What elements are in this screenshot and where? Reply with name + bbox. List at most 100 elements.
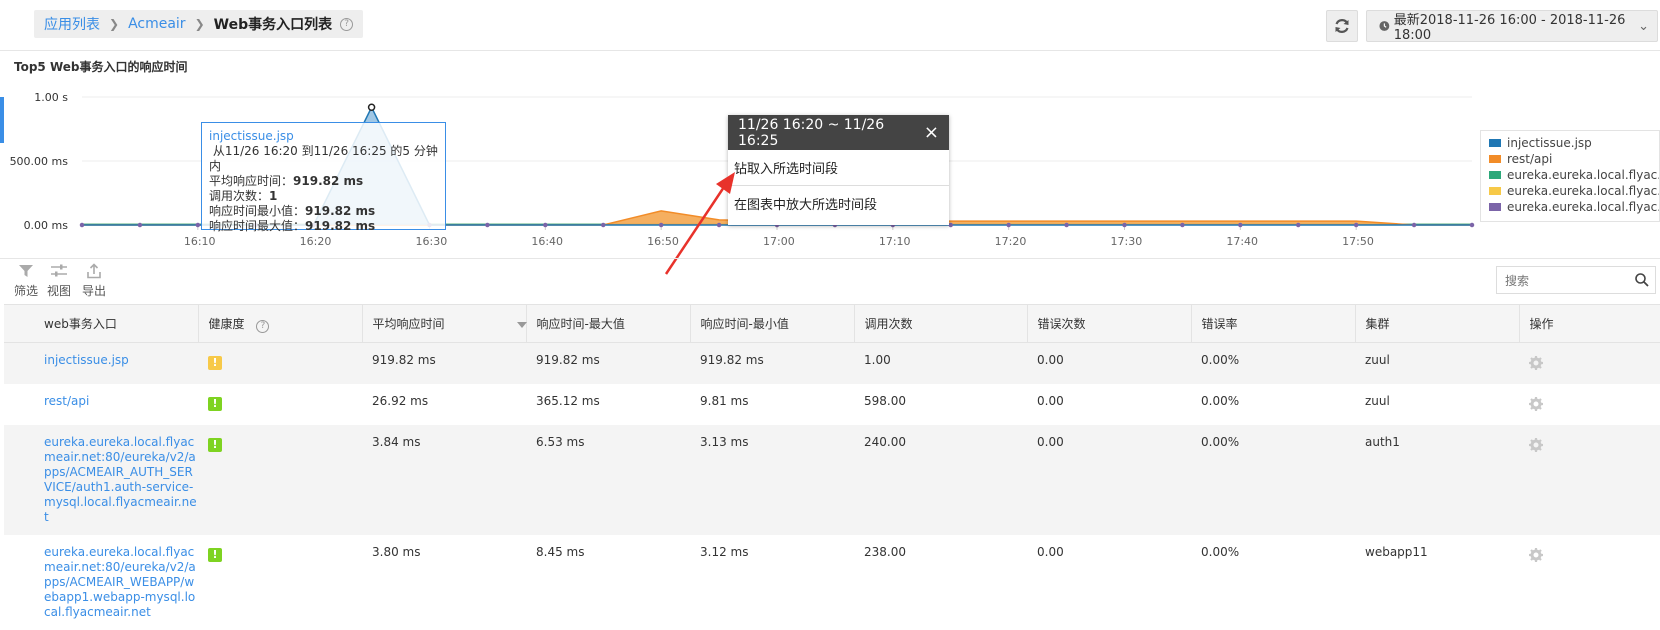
- drill-into-range-menu-item[interactable]: 钻取入所选时间段: [728, 150, 949, 185]
- search-icon[interactable]: [1635, 273, 1649, 287]
- table-row: eureka.eureka.local.flyacmeair.net:80/eu…: [4, 425, 1660, 535]
- legend-item[interactable]: eureka.eureka.local.flyac...: [1481, 167, 1659, 183]
- max-response-cell: 8.45 ms: [536, 545, 585, 559]
- help-icon[interactable]: ?: [340, 17, 354, 31]
- tooltip-max: 响应时间最大值：919.82 ms: [209, 219, 376, 233]
- filter-label: 筛选: [13, 284, 38, 298]
- sort-desc-icon[interactable]: [516, 321, 527, 328]
- close-icon[interactable]: ×: [924, 122, 939, 143]
- calls-cell: 1.00: [854, 342, 1027, 384]
- zoom-range-menu-item[interactable]: 在图表中放大所选时间段: [728, 185, 949, 221]
- legend-item[interactable]: eureka.eureka.local.flyac...: [1481, 183, 1659, 199]
- legend-swatch: [1489, 155, 1501, 163]
- data-point[interactable]: [1180, 222, 1185, 228]
- column-header-entry[interactable]: web事务入口: [4, 304, 199, 343]
- data-point[interactable]: [601, 222, 606, 228]
- x-tick-label: 17:40: [1226, 235, 1259, 248]
- x-tick-label: 16:10: [183, 235, 216, 248]
- calls-cell: 240.00: [854, 425, 1027, 535]
- legend-item[interactable]: rest/api: [1481, 151, 1659, 167]
- data-point[interactable]: [1411, 222, 1417, 228]
- data-point[interactable]: [1238, 222, 1243, 228]
- data-point[interactable]: [1006, 222, 1011, 228]
- legend-label: eureka.eureka.local.flyac...: [1507, 168, 1660, 182]
- breadcrumb: 应用列表 ❯ Acmeair ❯ Web事务入口列表 ?: [34, 10, 364, 38]
- refresh-button[interactable]: [1326, 10, 1358, 42]
- data-point[interactable]: [367, 103, 376, 112]
- x-tick-label: 16:50: [647, 235, 679, 248]
- export-button[interactable]: 导出: [77, 262, 111, 299]
- data-point[interactable]: [1122, 222, 1127, 228]
- gear-icon[interactable]: [1529, 356, 1543, 370]
- x-tick-label: 17:30: [1110, 235, 1143, 248]
- column-header-min[interactable]: 响应时间-最小值: [690, 304, 855, 343]
- data-point[interactable]: [543, 222, 548, 228]
- column-header-error-rate[interactable]: 错误率: [1191, 304, 1356, 343]
- errors-cell: 0.00: [1037, 394, 1064, 408]
- top-bar: 应用列表 ❯ Acmeair ❯ Web事务入口列表 ? 最新2018-11-2…: [0, 0, 1660, 51]
- legend-swatch: [1489, 203, 1501, 211]
- data-point[interactable]: [485, 222, 490, 228]
- min-response-cell: 919.82 ms: [690, 342, 854, 384]
- column-header-cluster[interactable]: 集群: [1355, 304, 1520, 343]
- data-point[interactable]: [1469, 222, 1475, 228]
- max-response-cell: 365.12 ms: [536, 394, 600, 408]
- data-point[interactable]: [1296, 222, 1301, 228]
- health-warning-icon: !: [208, 397, 222, 411]
- search-input[interactable]: [1497, 267, 1627, 295]
- health-warning-icon: !: [208, 438, 222, 452]
- web-transaction-table: web事务入口 健康度 ? 平均响应时间 响应时间-最大值 响应时间-最小值 调…: [4, 304, 1660, 630]
- entry-link[interactable]: rest/api: [44, 394, 89, 408]
- entry-link[interactable]: injectissue.jsp: [44, 353, 129, 367]
- search-box: [1496, 266, 1656, 295]
- data-point[interactable]: [948, 222, 953, 228]
- entry-link[interactable]: eureka.eureka.local.flyacmeair.net:80/eu…: [44, 545, 196, 619]
- divider: [0, 258, 1660, 259]
- data-point[interactable]: [1064, 222, 1069, 228]
- cluster-cell: zuul: [1365, 394, 1390, 408]
- tooltip-range: 从11/26 16:20 到11/26 16:25 的5 分钟内: [209, 144, 438, 173]
- legend-item[interactable]: injectissue.jsp: [1481, 135, 1659, 151]
- data-point[interactable]: [1353, 222, 1359, 228]
- popup-header: 11/26 16:20 ~ 11/26 16:25 ×: [728, 115, 949, 150]
- legend-label: eureka.eureka.local.flyac...: [1507, 200, 1660, 214]
- error-rate-cell: 0.00%: [1201, 545, 1240, 559]
- legend-item[interactable]: eureka.eureka.local.flyac...: [1481, 199, 1659, 215]
- legend-label: eureka.eureka.local.flyac...: [1507, 184, 1660, 198]
- tooltip-calls: 调用次数：1: [209, 189, 278, 203]
- data-point[interactable]: [79, 222, 85, 228]
- errors-cell: 0.00: [1037, 545, 1064, 559]
- x-tick-label: 17:10: [878, 235, 911, 248]
- gear-icon[interactable]: [1529, 548, 1543, 562]
- min-response-cell: 3.13 ms: [690, 425, 854, 535]
- avg-response-cell: 3.84 ms: [362, 425, 526, 535]
- gear-icon[interactable]: [1529, 438, 1543, 452]
- export-icon: [87, 263, 101, 279]
- data-point[interactable]: [137, 222, 143, 228]
- table-row: injectissue.jsp! 919.82 ms 919.82 ms 919.82…: [4, 342, 1660, 384]
- breadcrumb-acmeair[interactable]: Acmeair: [128, 16, 186, 32]
- data-point[interactable]: [716, 222, 722, 228]
- time-range-selector[interactable]: 最新2018-11-26 16:00 - 2018-11-26 18:00 ⌄: [1366, 10, 1658, 43]
- legend-label: rest/api: [1507, 152, 1553, 166]
- entry-link[interactable]: eureka.eureka.local.flyacmeair.net:80/eu…: [44, 435, 197, 524]
- column-header-calls[interactable]: 调用次数: [854, 304, 1028, 343]
- legend-swatch: [1489, 139, 1501, 147]
- error-rate-cell: 0.00%: [1191, 425, 1355, 535]
- view-button[interactable]: 视图: [42, 262, 76, 299]
- column-header-health[interactable]: 健康度 ?: [198, 304, 363, 343]
- column-header-max[interactable]: 响应时间-最大值: [526, 304, 691, 343]
- data-point[interactable]: [658, 222, 664, 228]
- breadcrumb-app-list[interactable]: 应用列表: [44, 14, 100, 34]
- error-rate-cell: 0.00%: [1201, 394, 1240, 408]
- legend-swatch: [1489, 171, 1501, 179]
- tooltip-avg: 平均响应时间：919.82 ms: [209, 174, 364, 188]
- calls-cell: 238.00: [864, 545, 906, 559]
- help-icon: ?: [256, 319, 270, 333]
- data-point[interactable]: [195, 222, 201, 228]
- column-header-errors[interactable]: 错误次数: [1027, 304, 1192, 343]
- filter-button[interactable]: 筛选: [9, 262, 43, 299]
- column-header-avg[interactable]: 平均响应时间: [362, 304, 527, 343]
- gear-icon[interactable]: [1529, 397, 1543, 411]
- x-tick-label: 17:20: [994, 235, 1027, 248]
